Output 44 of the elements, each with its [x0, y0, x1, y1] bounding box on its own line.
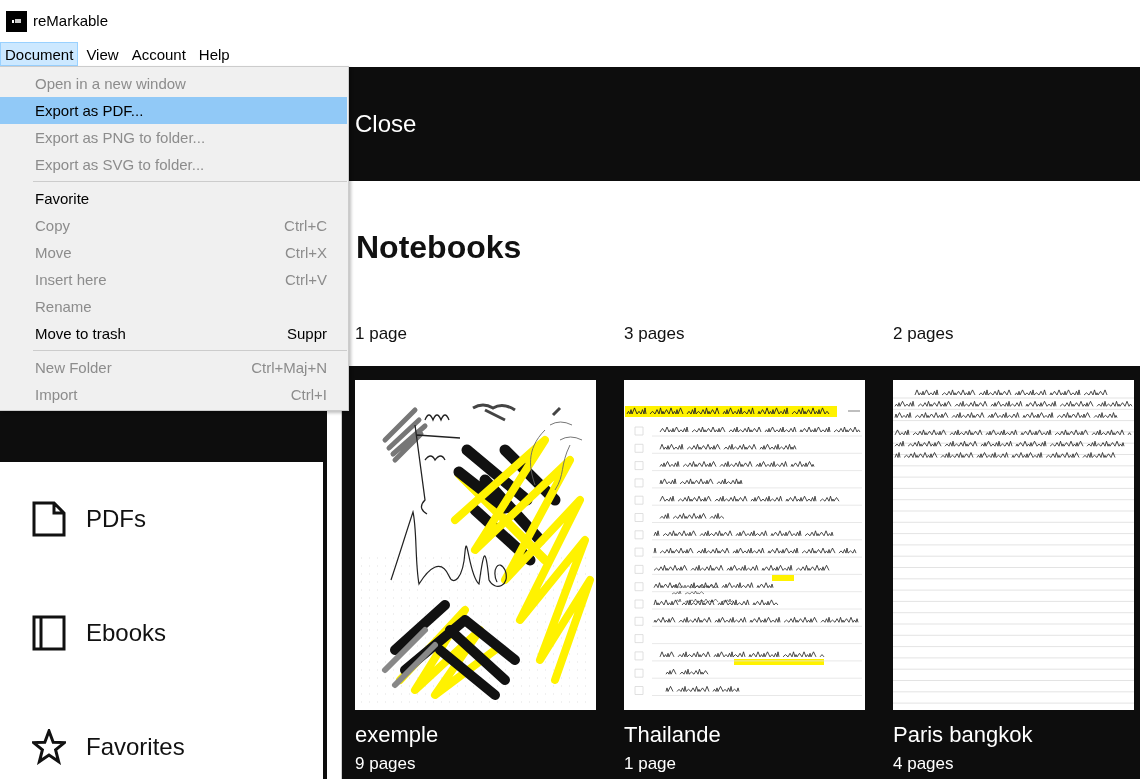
- shortcut-text: Ctrl+I: [290, 386, 327, 403]
- menu-item-label: New Folder: [35, 359, 112, 376]
- book-icon: [32, 615, 66, 651]
- star-icon: [32, 729, 66, 765]
- menu-item-label: Move to trash: [35, 325, 126, 342]
- menu-bar-item[interactable]: Help: [193, 42, 235, 66]
- app-logo-icon: [6, 10, 27, 32]
- menu-item-label: Rename: [35, 298, 92, 315]
- menu-bar-item[interactable]: Account: [126, 42, 191, 66]
- shortcut-text: Ctrl+V: [284, 271, 327, 288]
- folder-page-count: 3 pages: [624, 324, 685, 344]
- menu-item-label: Open in a new window: [35, 75, 186, 92]
- section-heading: Notebooks: [356, 228, 522, 266]
- folder-page-count: 2 pages: [893, 324, 954, 344]
- lined-notes-page-drawing[interactable]: [893, 380, 1134, 710]
- menu-item-label: Export as SVG to folder...: [35, 156, 205, 173]
- shortcut-text: Ctrl+C: [284, 217, 327, 234]
- notebook-title: exemple: [355, 722, 439, 748]
- notebook-page-count: 1 page: [624, 754, 676, 774]
- notebook-title: Thailande: [624, 722, 721, 748]
- window-title: reMarkable: [33, 12, 109, 30]
- menu-item[interactable]: Move to trash Suppr: [0, 320, 347, 347]
- folder-page-count: 1 page: [355, 324, 407, 344]
- menu-bar-item[interactable]: Document: [0, 42, 79, 66]
- notebook-page-count: 4 pages: [893, 754, 954, 774]
- menu-item-label: Favorite: [35, 190, 90, 207]
- shortcut-text: Suppr: [286, 325, 327, 342]
- notebook-title: Paris bangkok: [893, 722, 1033, 748]
- menu-item-label: Export as PDF...: [35, 102, 144, 119]
- menu-bar-item[interactable]: View: [81, 42, 124, 66]
- menu-item-label: Copy: [35, 217, 71, 234]
- menu-item-label: Export as PNG to folder...: [35, 129, 206, 146]
- sketch-page-drawing[interactable]: [355, 380, 596, 710]
- menu-item-label: Import: [35, 386, 78, 403]
- shortcut-text: Ctrl+Maj+N: [251, 359, 327, 376]
- shortcut-text: Ctrl+X: [284, 244, 327, 261]
- menu-item[interactable]: Export as PDF...: [0, 97, 347, 124]
- page-icon: [32, 501, 66, 537]
- menu-item-label: Insert here: [35, 271, 107, 288]
- notebook-page-count: 9 pages: [355, 754, 416, 774]
- close-button[interactable]: Close: [355, 110, 417, 138]
- menu-item[interactable]: Favorite: [0, 185, 347, 212]
- checklist-page-drawing[interactable]: [624, 380, 865, 710]
- menu-item-label: Move: [35, 244, 72, 261]
